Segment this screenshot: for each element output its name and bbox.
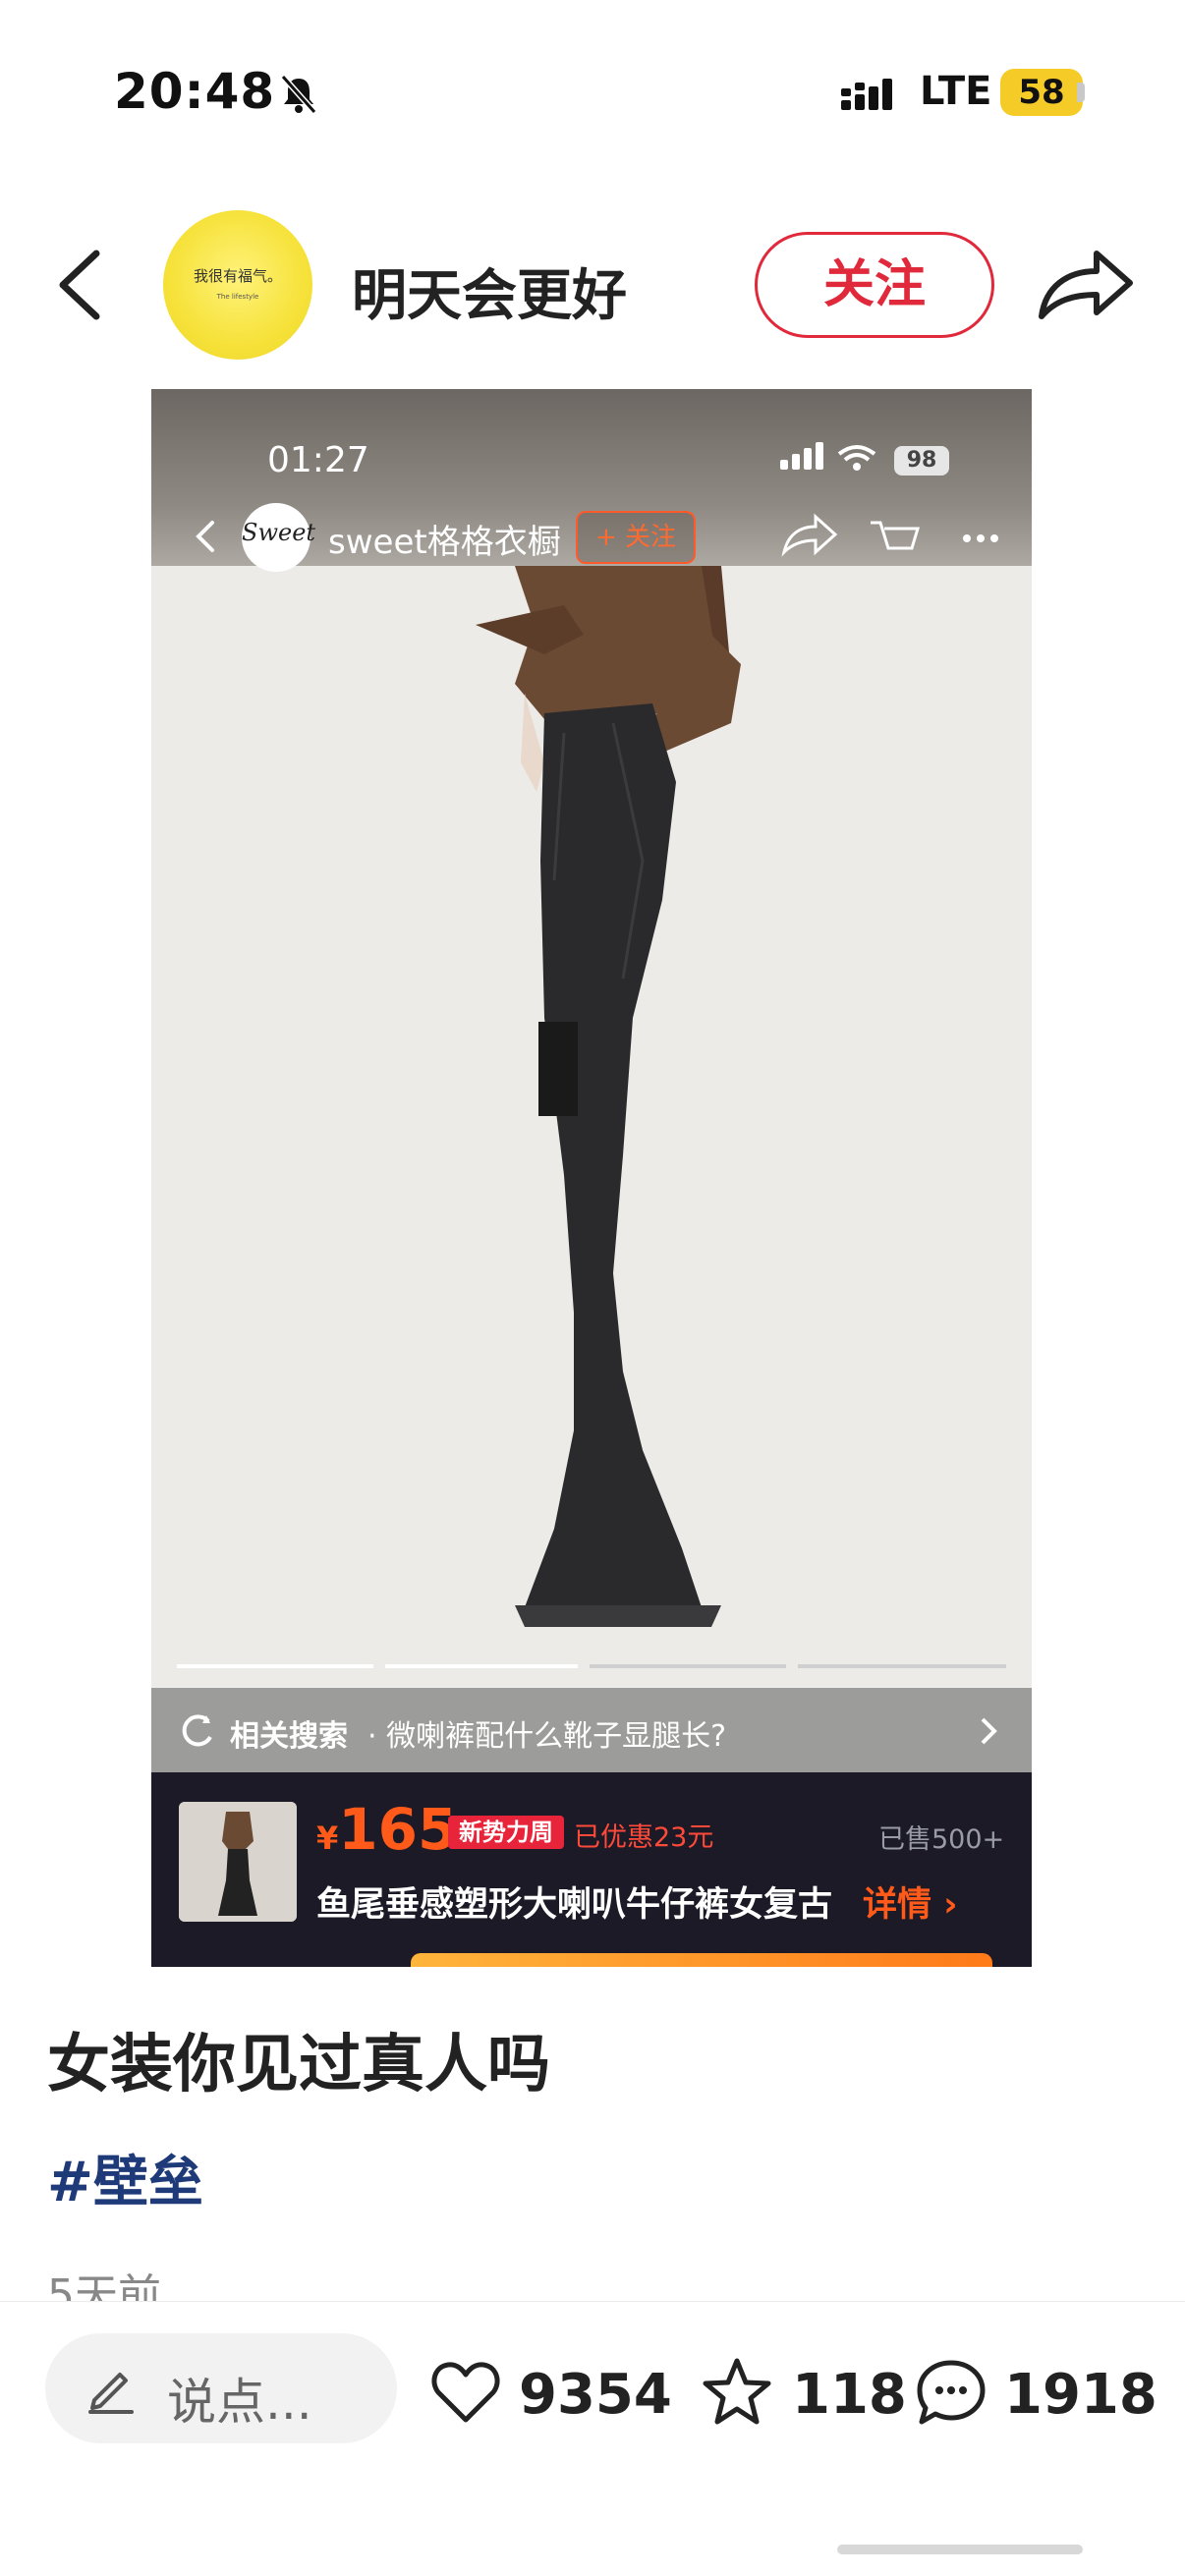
inner-status-time: 01:27 bbox=[267, 440, 369, 480]
bell-muted-icon bbox=[280, 75, 317, 114]
related-search-bar: 相关搜索 · 微喇裤配什么靴子显腿长? bbox=[151, 1688, 1032, 1772]
heart-icon bbox=[431, 2362, 500, 2423]
post-header: 我很有福气。 The lifestyle 明天会更好 关注 bbox=[0, 196, 1185, 373]
author-name[interactable]: 明天会更好 bbox=[352, 252, 627, 331]
product-title: 鱼尾垂感塑形大喇叭牛仔裤女复古 bbox=[316, 1885, 833, 1925]
bottom-action-bar: 说点... 9354 118 1918 bbox=[0, 2301, 1185, 2576]
inner-follow-button: + 关注 bbox=[576, 511, 696, 564]
like-count: 9354 bbox=[519, 2363, 672, 2427]
favorite-count: 118 bbox=[792, 2363, 907, 2427]
inner-back-icon bbox=[196, 521, 214, 552]
product-thumbnail bbox=[179, 1802, 297, 1922]
comment-placeholder: 说点... bbox=[167, 2374, 312, 2431]
comment-input[interactable]: 说点... bbox=[45, 2333, 397, 2443]
back-icon[interactable] bbox=[49, 236, 118, 334]
comment-button[interactable]: 1918 bbox=[914, 2341, 1159, 2439]
inner-nav: Sweet sweet格格衣橱 + 关注 bbox=[151, 497, 1032, 576]
share-icon[interactable] bbox=[1032, 236, 1140, 334]
product-card: ¥165 新势力周 已优惠23元 已售500+ 鱼尾垂感塑形大喇叭牛仔裤女复古 … bbox=[151, 1772, 1032, 1967]
post-image[interactable]: 01:27 98 Sweet sweet格格衣橱 + 关注 相关搜索 · 微喇裤… bbox=[151, 389, 1032, 1967]
home-indicator[interactable] bbox=[837, 2545, 1083, 2554]
price-value: 165 bbox=[338, 1796, 458, 1863]
battery-cap bbox=[1077, 83, 1085, 102]
related-query: · 微喇裤配什么靴子显腿长? bbox=[367, 1719, 726, 1754]
carousel-progress bbox=[177, 1664, 1006, 1668]
signal-icon bbox=[841, 79, 892, 110]
status-time: 20:48 bbox=[114, 63, 276, 120]
avatar-text: 我很有福气。 bbox=[193, 267, 282, 285]
pen-icon bbox=[88, 2373, 134, 2414]
battery-level: 58 bbox=[1000, 69, 1083, 116]
like-button[interactable]: 9354 bbox=[428, 2341, 674, 2439]
status-bar: 20:48 LTE 58 bbox=[0, 0, 1185, 187]
inner-shop-logo: Sweet bbox=[242, 503, 315, 572]
product-details-link: 详情 › bbox=[863, 1885, 958, 1925]
chevron-right-icon bbox=[981, 1717, 997, 1745]
comment-bubble-icon bbox=[917, 2360, 986, 2425]
orange-strip bbox=[411, 1953, 992, 1967]
discount-text: 已优惠23元 bbox=[574, 1822, 714, 1853]
related-label: 相关搜索 bbox=[230, 1719, 348, 1754]
network-type: LTE bbox=[920, 69, 992, 114]
post-hashtag[interactable]: #壁垒 bbox=[47, 2138, 203, 2217]
comment-count: 1918 bbox=[1004, 2363, 1157, 2427]
star-icon bbox=[703, 2358, 771, 2425]
promo-tag: 新势力周 bbox=[448, 1816, 564, 1849]
post-title: 女装你见过真人吗 bbox=[47, 2029, 550, 2101]
price-symbol: ¥ bbox=[316, 1820, 339, 1857]
author-avatar[interactable]: 我很有福气。 The lifestyle bbox=[163, 210, 312, 360]
search-refresh-icon bbox=[182, 1714, 212, 1747]
favorite-button[interactable]: 118 bbox=[700, 2341, 907, 2439]
follow-button[interactable]: 关注 bbox=[755, 232, 994, 338]
model-figure-image bbox=[151, 566, 1032, 1686]
sold-count: 已售500+ bbox=[878, 1824, 1005, 1855]
inner-battery: 98 bbox=[894, 446, 949, 476]
inner-shop-name: sweet格格衣橱 bbox=[328, 523, 561, 562]
product-price: ¥165 bbox=[316, 1796, 457, 1863]
avatar-subtext: The lifestyle bbox=[216, 293, 259, 301]
inner-share-cart-more-icons bbox=[781, 513, 998, 557]
